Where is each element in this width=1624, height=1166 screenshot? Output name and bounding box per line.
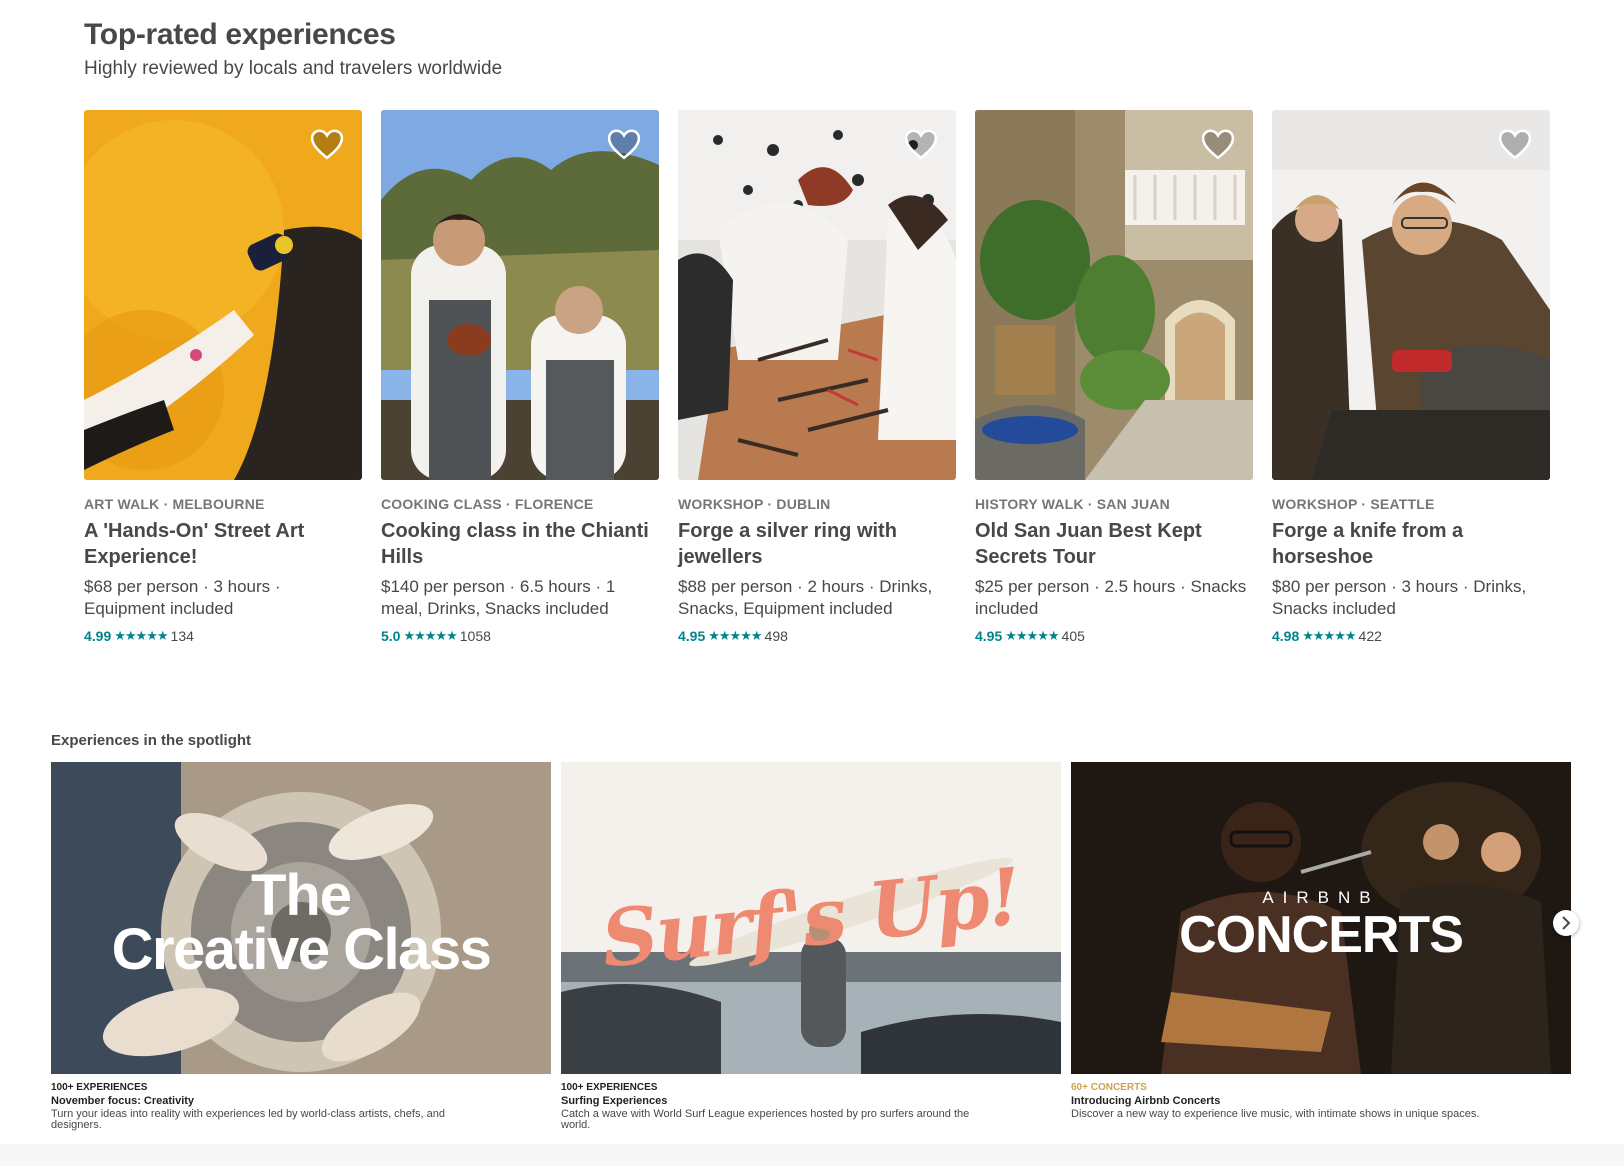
spotlight-banner[interactable]: AIRBNB CONCERTS	[1071, 762, 1571, 1074]
heart-icon[interactable]	[904, 128, 938, 160]
star-icons: ★★★★★	[403, 628, 457, 643]
experience-photo[interactable]	[381, 110, 659, 480]
rating-value: 5.0	[381, 628, 401, 644]
chevron-right-icon	[1562, 916, 1571, 930]
experience-card[interactable]: WORKSHOP · DUBLIN Forge a silver ring wi…	[678, 110, 956, 644]
review-count: 422	[1358, 628, 1382, 644]
rating-value: 4.98	[1272, 628, 1300, 644]
spotlight-description: Catch a wave with World Surf League expe…	[561, 1108, 970, 1131]
experience-category: COOKING CLASS · FLORENCE	[381, 496, 594, 512]
experience-meta: $88 per person · 2 hours · Drinks, Snack…	[678, 577, 933, 618]
overlay-title-line1: The	[250, 863, 352, 928]
rating-row: 4.98 ★★★★★ 422	[1272, 628, 1550, 644]
spotlight-card[interactable]: The Creative Class 100+ EXPERIENCES Nove…	[51, 762, 551, 1131]
overlay-title-line2: Creative Class	[111, 917, 492, 982]
experience-meta: $68 per person · 3 hours · Equipment inc…	[84, 577, 281, 618]
experience-photo[interactable]	[975, 110, 1253, 480]
spotlight-count: 100+ EXPERIENCES	[561, 1082, 658, 1093]
spotlight-title: Experiences in the spotlight	[51, 732, 252, 749]
experience-category: HISTORY WALK · SAN JUAN	[975, 496, 1170, 512]
star-icons: ★★★★★	[1302, 628, 1356, 643]
spotlight-count: 100+ EXPERIENCES	[51, 1082, 148, 1093]
experience-meta: $140 per person · 6.5 hours · 1 meal, Dr…	[381, 577, 616, 618]
spotlight-name[interactable]: Introducing Airbnb Concerts	[1071, 1095, 1571, 1107]
overlay-title: CONCERTS	[1179, 906, 1464, 964]
experience-category: ART WALK · MELBOURNE	[84, 496, 265, 512]
spotlight-description: Discover a new way to experience live mu…	[1071, 1108, 1480, 1120]
experience-title[interactable]: Forge a knife from a horseshoe	[1272, 518, 1550, 570]
experience-meta: $25 per person · 2.5 hours · Snacks incl…	[975, 577, 1247, 618]
experience-card[interactable]: ART WALK · MELBOURNE A 'Hands-On' Street…	[84, 110, 362, 644]
experience-title[interactable]: A 'Hands-On' Street Art Experience!	[84, 518, 362, 570]
rating-value: 4.95	[678, 628, 706, 644]
rating-row: 4.95 ★★★★★ 405	[975, 628, 1253, 644]
review-count: 1058	[459, 628, 491, 644]
top-rated-header: Top-rated experiences Highly reviewed by…	[84, 18, 1558, 80]
rating-value: 4.95	[975, 628, 1003, 644]
spotlight-overlay: Surf's Up!	[561, 762, 1061, 1074]
experience-card[interactable]: WORKSHOP · SEATTLE Forge a knife from a …	[1272, 110, 1550, 644]
experience-category: WORKSHOP · SEATTLE	[1272, 496, 1435, 512]
experience-title[interactable]: Cooking class in the Chianti Hills	[381, 518, 659, 570]
heart-icon[interactable]	[1201, 128, 1235, 160]
rating-value: 4.99	[84, 628, 112, 644]
spotlight-description: Turn your ideas into reality with experi…	[51, 1108, 445, 1131]
experience-photo[interactable]	[678, 110, 956, 480]
spotlight-banner[interactable]: Surf's Up!	[561, 762, 1061, 1074]
experience-title[interactable]: Old San Juan Best Kept Secrets Tour	[975, 518, 1253, 570]
heart-icon[interactable]	[310, 128, 344, 160]
review-count: 498	[764, 628, 788, 644]
experience-meta: $80 per person · 3 hours · Drinks, Snack…	[1272, 577, 1527, 618]
experience-cards: ART WALK · MELBOURNE A 'Hands-On' Street…	[84, 110, 1550, 644]
star-icons: ★★★★★	[114, 628, 168, 643]
section-subtitle: Highly reviewed by locals and travelers …	[84, 58, 503, 79]
rating-row: 5.0 ★★★★★ 1058	[381, 628, 659, 644]
overlay-brand: AIRBNB	[1262, 888, 1380, 907]
experience-card[interactable]: COOKING CLASS · FLORENCE Cooking class i…	[381, 110, 659, 644]
spotlight-carousel: The Creative Class 100+ EXPERIENCES Nove…	[51, 762, 1571, 1131]
section-title: Top-rated experiences	[84, 18, 396, 51]
review-count: 405	[1061, 628, 1085, 644]
spotlight-name[interactable]: Surfing Experiences	[561, 1095, 1061, 1107]
heart-icon[interactable]	[1498, 128, 1532, 160]
experience-photo[interactable]	[84, 110, 362, 480]
review-count: 134	[170, 628, 194, 644]
experience-category: WORKSHOP · DUBLIN	[678, 496, 831, 512]
overlay-title: Surf's Up!	[597, 850, 1025, 986]
star-icons: ★★★★★	[1005, 628, 1059, 643]
carousel-next-button[interactable]	[1553, 910, 1579, 936]
spotlight-card[interactable]: AIRBNB CONCERTS 60+ CONCERTS Introducing…	[1071, 762, 1571, 1131]
experience-card[interactable]: HISTORY WALK · SAN JUAN Old San Juan Bes…	[975, 110, 1253, 644]
spotlight-banner[interactable]: The Creative Class	[51, 762, 551, 1074]
star-icons: ★★★★★	[708, 628, 762, 643]
spotlight-card[interactable]: Surf's Up! 100+ EXPERIENCES Surfing Expe…	[561, 762, 1061, 1131]
rating-row: 4.95 ★★★★★ 498	[678, 628, 956, 644]
experience-title[interactable]: Forge a silver ring with jewellers	[678, 518, 956, 570]
spotlight-overlay: AIRBNB CONCERTS	[1071, 762, 1571, 1074]
rating-row: 4.99 ★★★★★ 134	[84, 628, 362, 644]
spotlight-name[interactable]: November focus: Creativity	[51, 1095, 551, 1107]
spotlight-overlay: The Creative Class	[51, 762, 551, 1074]
spotlight-count: 60+ CONCERTS	[1071, 1082, 1147, 1093]
experience-photo[interactable]	[1272, 110, 1550, 480]
page-footer-strip	[0, 1144, 1624, 1166]
heart-icon[interactable]	[607, 128, 641, 160]
